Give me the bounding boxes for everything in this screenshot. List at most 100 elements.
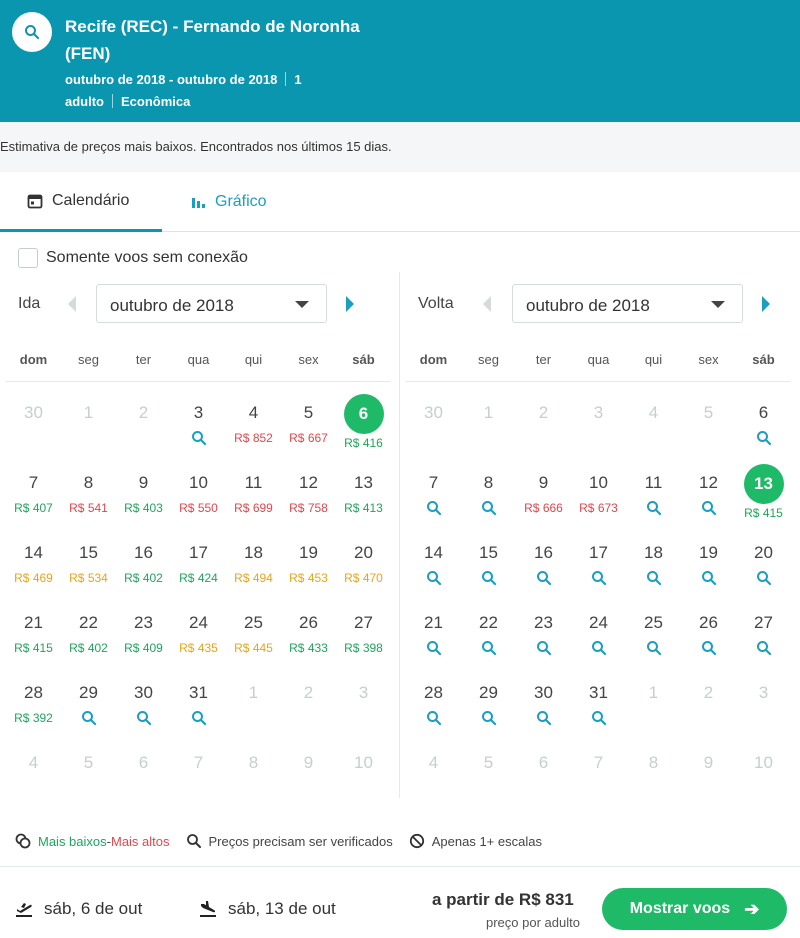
calendar-day[interactable]: 17 R$ 424 <box>171 526 226 596</box>
calendar-day[interactable]: 27 R$ 398 <box>336 596 391 666</box>
chevron-left-icon[interactable] <box>67 295 77 313</box>
calendar-day[interactable]: 5 R$ 667 <box>281 386 336 456</box>
day-number: 30 <box>424 403 443 422</box>
calendar-day[interactable]: 12 R$ 758 <box>281 456 336 526</box>
day-number: 2 <box>538 403 549 422</box>
day-number: 2 <box>303 683 314 702</box>
chevron-right-icon[interactable] <box>761 295 771 313</box>
calendar-day[interactable]: 23 <box>516 596 571 666</box>
calendar-day[interactable]: 31 <box>171 666 226 736</box>
calendar-day[interactable]: 8 R$ 541 <box>61 456 116 526</box>
search-button[interactable] <box>12 12 52 52</box>
search-icon <box>191 431 206 446</box>
calendar-day[interactable]: 27 <box>736 596 791 666</box>
calendar-day[interactable]: 22 <box>461 596 516 666</box>
day-number: 10 <box>189 473 208 492</box>
search-summary-header[interactable]: Recife (REC) - Fernando de Noronha (FEN)… <box>0 0 800 122</box>
show-flights-button[interactable]: Mostrar voos ➔ <box>602 888 787 930</box>
weekday-label: seg <box>478 352 499 367</box>
calendar-day[interactable]: 15 R$ 534 <box>61 526 116 596</box>
calendar-day[interactable]: 6 R$ 416 <box>336 386 391 456</box>
calendar-day[interactable]: 26 R$ 433 <box>281 596 336 666</box>
calendar-day[interactable]: 18 R$ 494 <box>226 526 281 596</box>
calendar-day-outside: 1 <box>61 386 116 456</box>
day-number: 6 <box>138 753 149 772</box>
search-icon <box>481 571 496 586</box>
day-number: 10 <box>754 753 773 772</box>
calendar-day[interactable]: 11 R$ 699 <box>226 456 281 526</box>
calendar-day[interactable]: 22 R$ 402 <box>61 596 116 666</box>
weekday-label: sáb <box>752 352 775 367</box>
legend-low: Mais baixos <box>38 833 107 849</box>
outbound-month-select[interactable]: outubro de 2018 <box>96 284 327 323</box>
calendar-day[interactable]: 18 <box>626 526 681 596</box>
arrow-right-icon: ➔ <box>744 898 760 919</box>
calendar-day[interactable]: 14 <box>406 526 461 596</box>
calendar-day[interactable]: 8 <box>461 456 516 526</box>
calendar-day[interactable]: 9 R$ 666 <box>516 456 571 526</box>
calendar-day[interactable]: 16 <box>516 526 571 596</box>
calendar-day[interactable]: 12 <box>681 456 736 526</box>
calendar-day[interactable]: 24 <box>571 596 626 666</box>
day-number: 6 <box>538 753 549 772</box>
nonstop-filter[interactable]: Somente voos sem conexão <box>18 248 248 268</box>
day-number: 19 <box>299 543 318 562</box>
calendar-day[interactable]: 26 <box>681 596 736 666</box>
nonstop-checkbox[interactable] <box>18 248 38 268</box>
calendar-day[interactable]: 11 <box>626 456 681 526</box>
tab-chart[interactable]: Gráfico <box>190 172 267 232</box>
day-number: 22 <box>79 613 98 632</box>
calendar-day[interactable]: 21 <box>406 596 461 666</box>
day-price: R$ 402 <box>124 571 163 585</box>
day-number: 8 <box>483 473 494 492</box>
calendar-day[interactable]: 30 <box>116 666 171 736</box>
calendar-day[interactable]: 17 <box>571 526 626 596</box>
calendar-day[interactable]: 24 R$ 435 <box>171 596 226 666</box>
calendar-day[interactable]: 13 R$ 413 <box>336 456 391 526</box>
day-number: 14 <box>24 543 43 562</box>
calendar-day[interactable]: 4 R$ 852 <box>226 386 281 456</box>
calendar-day[interactable]: 6 <box>736 386 791 456</box>
calendar-icon <box>27 194 43 208</box>
day-number: 14 <box>424 543 443 562</box>
weekday-label: ter <box>535 352 552 367</box>
search-icon <box>191 711 206 726</box>
calendar-day[interactable]: 28 R$ 392 <box>6 666 61 736</box>
calendar-day[interactable]: 30 <box>516 666 571 736</box>
calendar-day[interactable]: 21 R$ 415 <box>6 596 61 666</box>
chevron-left-icon[interactable] <box>482 295 492 313</box>
search-icon <box>136 711 151 726</box>
calendar-day[interactable]: 19 <box>681 526 736 596</box>
calendar-day[interactable]: 20 R$ 470 <box>336 526 391 596</box>
calendar-day[interactable]: 25 R$ 445 <box>226 596 281 666</box>
calendar-day[interactable]: 3 <box>171 386 226 456</box>
day-number: 7 <box>593 753 604 772</box>
calendar-day[interactable]: 9 R$ 403 <box>116 456 171 526</box>
chevron-right-icon[interactable] <box>345 295 355 313</box>
calendar-day[interactable]: 20 <box>736 526 791 596</box>
inbound-month-select[interactable]: outubro de 2018 <box>512 284 743 323</box>
tab-calendar-label: Calendário <box>52 191 130 209</box>
day-number: 2 <box>703 683 714 702</box>
day-number: 7 <box>28 473 39 492</box>
calendar-day[interactable]: 29 <box>461 666 516 736</box>
day-number: 5 <box>83 753 94 772</box>
calendar-day[interactable]: 15 <box>461 526 516 596</box>
calendar-day[interactable]: 7 <box>406 456 461 526</box>
calendar-day[interactable]: 7 R$ 407 <box>6 456 61 526</box>
calendar-day[interactable]: 19 R$ 453 <box>281 526 336 596</box>
calendar-day[interactable]: 29 <box>61 666 116 736</box>
day-number: 18 <box>644 543 663 562</box>
tab-chart-label: Gráfico <box>215 193 267 210</box>
tab-calendar[interactable]: Calendário <box>0 172 162 232</box>
calendar-day[interactable]: 16 R$ 402 <box>116 526 171 596</box>
calendar-day[interactable]: 10 R$ 550 <box>171 456 226 526</box>
calendar-day[interactable]: 23 R$ 409 <box>116 596 171 666</box>
calendar-day[interactable]: 14 R$ 469 <box>6 526 61 596</box>
calendar-day[interactable]: 28 <box>406 666 461 736</box>
calendar-day[interactable]: 31 <box>571 666 626 736</box>
calendar-day[interactable]: 25 <box>626 596 681 666</box>
day-price: R$ 494 <box>234 571 273 585</box>
calendar-day[interactable]: 10 R$ 673 <box>571 456 626 526</box>
calendar-day[interactable]: 13 R$ 415 <box>736 456 791 526</box>
